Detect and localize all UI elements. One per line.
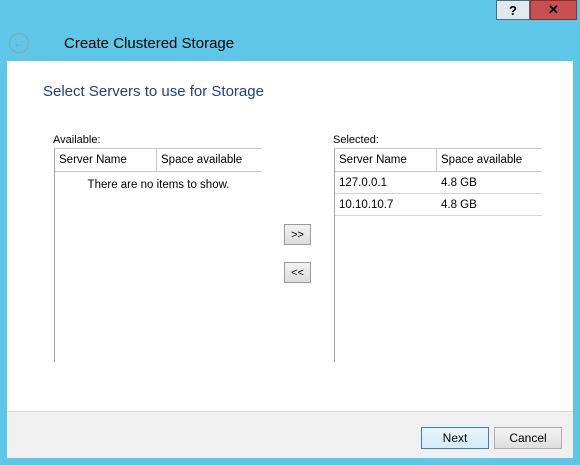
column-header-server-name[interactable]: Server Name <box>55 149 157 171</box>
close-icon: ✕ <box>548 2 559 17</box>
window-title: Create Clustered Storage <box>64 35 235 52</box>
selected-list-header: Server Name Space available <box>335 149 542 172</box>
selected-label: Selected: <box>333 134 379 146</box>
back-arrow-icon: ← <box>13 36 25 50</box>
server-name-cell: 127.0.0.1 <box>339 176 387 189</box>
footer-bar: Next Cancel <box>7 411 573 458</box>
server-name-cell: 10.10.10.7 <box>339 198 394 211</box>
column-header-server-name[interactable]: Server Name <box>335 149 437 171</box>
column-header-space-available[interactable]: Space available <box>437 149 542 171</box>
cancel-button[interactable]: Cancel <box>494 427 562 449</box>
available-list-header: Server Name Space available <box>55 149 262 172</box>
next-button[interactable]: Next <box>421 427 489 449</box>
page-heading: Select Servers to use for Storage <box>43 83 264 100</box>
selected-list[interactable]: Server Name Space available 127.0.0.1 4.… <box>334 148 542 362</box>
remove-server-button[interactable]: << <box>284 262 311 283</box>
space-available-cell: 4.8 GB <box>441 176 477 189</box>
close-button[interactable]: ✕ <box>530 0 577 20</box>
add-server-button[interactable]: >> <box>284 224 311 245</box>
help-icon: ? <box>509 2 517 18</box>
content-panel: Select Servers to use for Storage Availa… <box>7 61 573 411</box>
help-button[interactable]: ? <box>496 0 530 20</box>
space-available-cell: 4.8 GB <box>441 198 477 211</box>
available-label: Available: <box>53 134 101 146</box>
back-button[interactable]: ← <box>9 33 29 53</box>
column-header-space-available[interactable]: Space available <box>157 149 262 171</box>
list-item[interactable]: 127.0.0.1 4.8 GB <box>335 172 542 194</box>
available-list[interactable]: Server Name Space available There are no… <box>54 148 262 362</box>
list-item[interactable]: 10.10.10.7 4.8 GB <box>335 194 542 216</box>
empty-list-message: There are no items to show. <box>87 179 230 191</box>
